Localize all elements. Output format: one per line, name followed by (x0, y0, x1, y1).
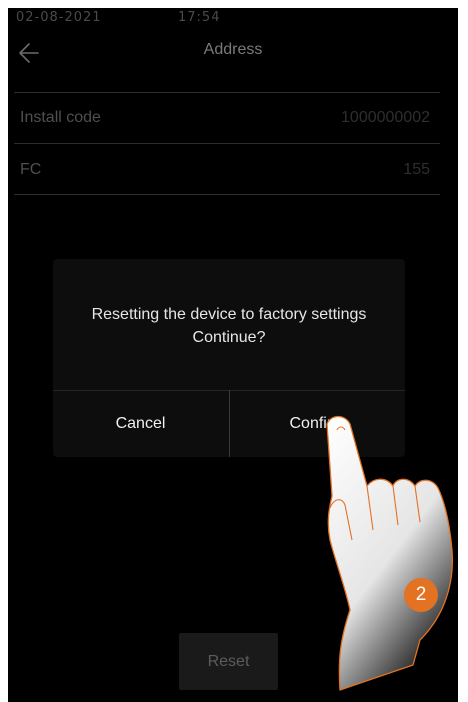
install-code-value[interactable]: 1000000002 (341, 109, 430, 127)
dialog-message-line2: Continue? (192, 329, 266, 346)
divider (14, 92, 440, 93)
confirm-button[interactable]: Confirm (230, 391, 405, 457)
divider (14, 194, 440, 195)
reset-confirm-dialog: Resetting the device to factory settings… (53, 259, 405, 457)
step-number-badge: 2 (404, 578, 438, 612)
fc-label: FC (20, 161, 42, 178)
status-time: 17:54 (178, 10, 221, 25)
page-title: Address (203, 41, 263, 58)
install-code-label: Install code (20, 109, 101, 126)
dialog-message: Resetting the device to factory settings… (53, 303, 405, 349)
fc-value[interactable]: 155 (403, 161, 430, 179)
status-date: 02-08-2021 (16, 10, 102, 25)
device-screen: 02-08-2021 17:54 Address Install code 10… (8, 8, 458, 702)
cancel-button[interactable]: Cancel (53, 391, 228, 457)
reset-button[interactable]: Reset (179, 633, 278, 690)
divider (14, 143, 440, 144)
dialog-message-line1: Resetting the device to factory settings (91, 306, 367, 323)
